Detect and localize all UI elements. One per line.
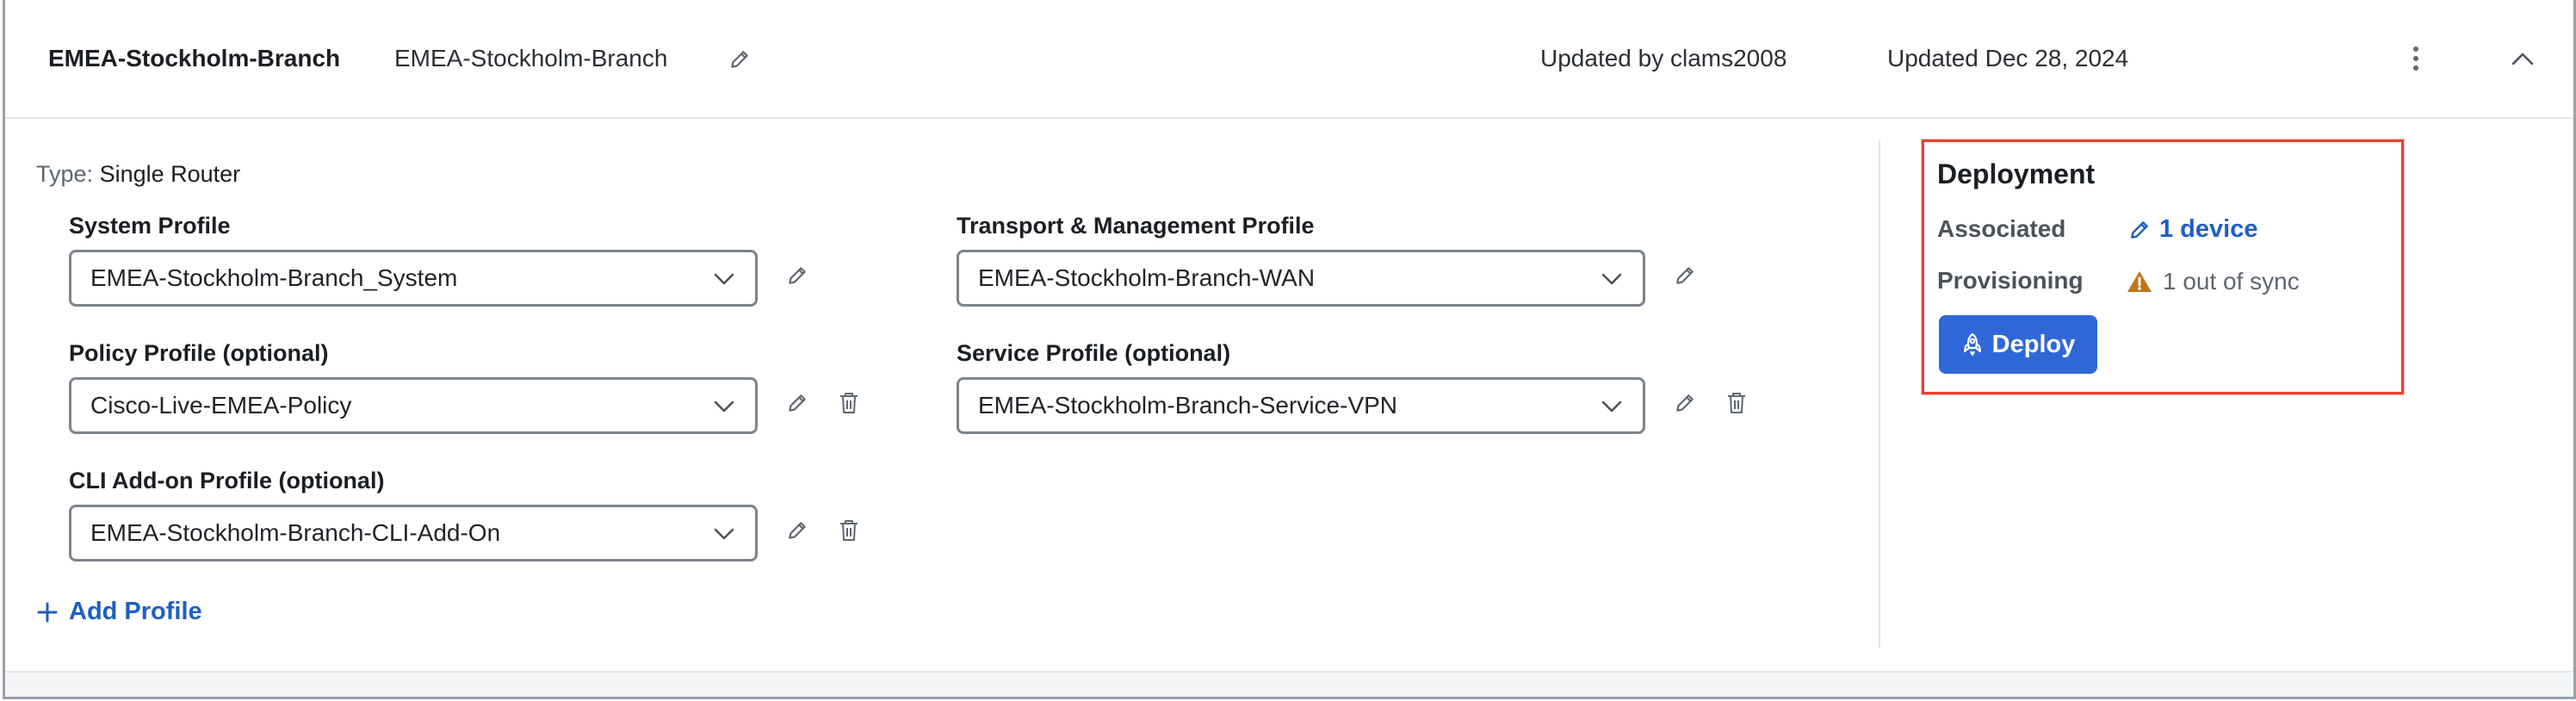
cli-profile-select[interactable]: EMEA-Stockholm-Branch-CLI-Add-On xyxy=(69,505,758,561)
chevron-down-icon xyxy=(714,528,734,540)
card-footer-strip xyxy=(5,671,2573,697)
policy-profile-select[interactable]: Cisco-Live-EMEA-Policy xyxy=(69,377,758,434)
deployment-title: Deployment xyxy=(1937,158,2096,189)
policy-profile-label: Policy Profile (optional) xyxy=(69,340,329,366)
edit-system-profile-pencil-icon[interactable] xyxy=(780,258,814,293)
warning-triangle-icon xyxy=(2127,271,2152,292)
configuration-group-card: EMEA-Stockholm-Branch EMEA-Stockholm-Bra… xyxy=(3,0,2576,699)
chevron-down-icon xyxy=(1601,273,1622,285)
add-profile-label: Add Profile xyxy=(69,598,202,625)
associated-devices-link[interactable]: 1 device xyxy=(2128,215,2257,244)
associated-value: 1 device xyxy=(2159,215,2258,243)
plus-icon xyxy=(37,602,58,622)
type-value: Single Router xyxy=(99,161,241,187)
add-profile-button[interactable]: Add Profile xyxy=(36,598,202,626)
updated-by-text: Updated by clams2008 xyxy=(1540,45,1787,71)
type-label: Type: xyxy=(36,161,94,187)
transport-profile-value: EMEA-Stockholm-Branch-WAN xyxy=(978,264,1316,291)
edit-transport-profile-pencil-icon[interactable] xyxy=(1668,258,1702,293)
delete-service-profile-trash-icon[interactable] xyxy=(1719,386,1754,420)
edit-policy-profile-pencil-icon[interactable] xyxy=(780,386,814,420)
link-edit-icon xyxy=(2131,220,2148,239)
chevron-down-icon xyxy=(714,273,734,285)
collapse-chevron-up-icon[interactable] xyxy=(2505,41,2540,76)
provisioning-status: 1 out of sync xyxy=(2127,268,2300,295)
kebab-menu-icon[interactable] xyxy=(2399,41,2433,76)
service-profile-label: Service Profile (optional) xyxy=(957,340,1231,366)
associated-label: Associated xyxy=(1937,215,2066,242)
deploy-button-label: Deploy xyxy=(1991,330,2076,358)
config-group-name: EMEA-Stockholm-Branch xyxy=(48,45,341,71)
service-profile-value: EMEA-Stockholm-Branch-Service-VPN xyxy=(978,392,1398,419)
delete-policy-profile-trash-icon[interactable] xyxy=(832,386,866,420)
policy-profile-value: Cisco-Live-EMEA-Policy xyxy=(90,392,352,419)
provisioning-value: 1 out of sync xyxy=(2163,268,2300,295)
updated-date-text: Updated Dec 28, 2024 xyxy=(1887,45,2129,71)
system-profile-label: System Profile xyxy=(69,213,231,239)
deploy-button[interactable]: Deploy xyxy=(1939,315,2097,374)
rocket-icon xyxy=(1963,332,1981,357)
edit-service-profile-pencil-icon[interactable] xyxy=(1668,386,1702,420)
chevron-down-icon xyxy=(714,400,734,413)
card-header: EMEA-Stockholm-Branch EMEA-Stockholm-Bra… xyxy=(5,0,2573,119)
cli-profile-value: EMEA-Stockholm-Branch-CLI-Add-On xyxy=(90,519,501,546)
type-line: Type: Single Router xyxy=(36,158,240,189)
service-profile-select[interactable]: EMEA-Stockholm-Branch-Service-VPN xyxy=(957,377,1645,434)
config-group-description: EMEA-Stockholm-Branch xyxy=(394,45,668,71)
provisioning-label: Provisioning xyxy=(1937,267,2084,294)
edit-cli-profile-pencil-icon[interactable] xyxy=(780,513,814,548)
column-divider xyxy=(1879,140,1880,648)
system-profile-select[interactable]: EMEA-Stockholm-Branch_System xyxy=(69,250,758,307)
chevron-down-icon xyxy=(1601,400,1622,413)
transport-profile-select[interactable]: EMEA-Stockholm-Branch-WAN xyxy=(957,250,1645,307)
edit-name-pencil-icon[interactable] xyxy=(725,45,754,74)
delete-cli-profile-trash-icon[interactable] xyxy=(832,513,866,548)
transport-profile-label: Transport & Management Profile xyxy=(957,213,1315,239)
system-profile-value: EMEA-Stockholm-Branch_System xyxy=(90,264,458,291)
cli-profile-label: CLI Add-on Profile (optional) xyxy=(69,468,385,493)
